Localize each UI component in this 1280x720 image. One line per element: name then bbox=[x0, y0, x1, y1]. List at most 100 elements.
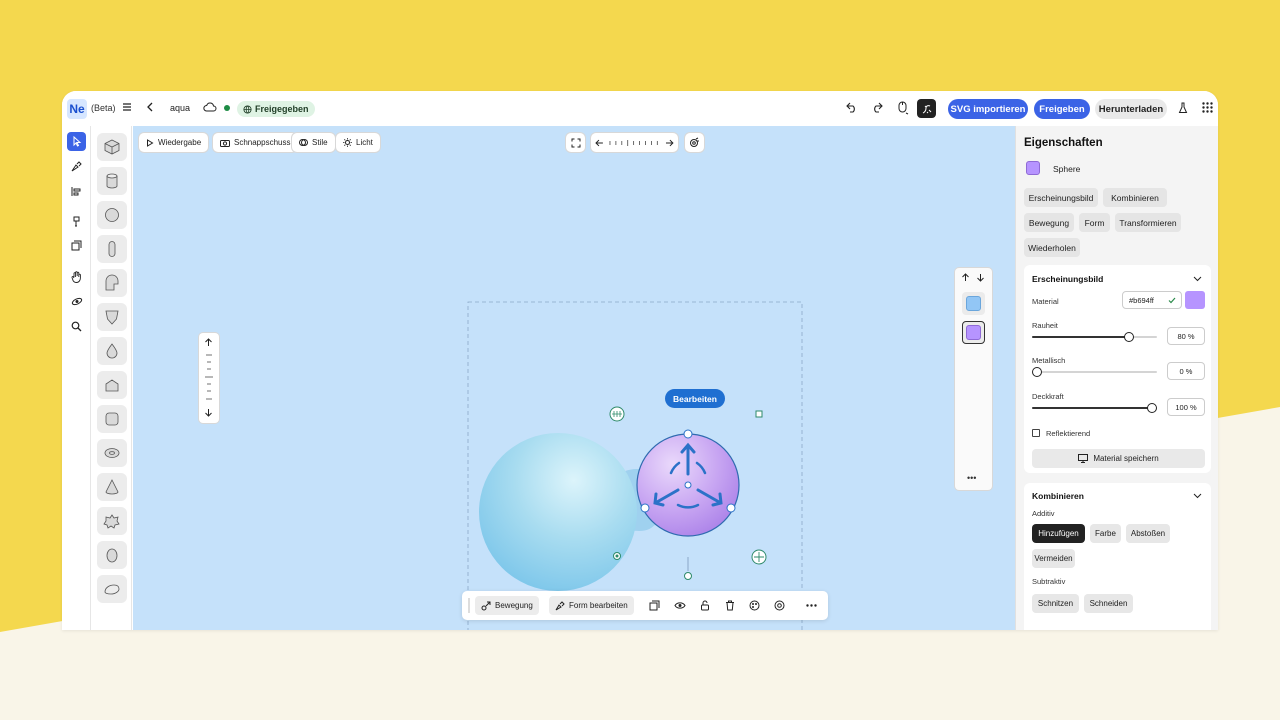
material-color-picker[interactable] bbox=[1185, 291, 1205, 309]
opacity-slider[interactable] bbox=[1032, 403, 1157, 413]
shape-cylinder[interactable] bbox=[97, 167, 127, 195]
chevron-down-icon[interactable] bbox=[1193, 276, 1202, 282]
share-status-label: Freigegeben bbox=[255, 104, 309, 114]
shape-star[interactable] bbox=[97, 507, 127, 535]
combine-color-button[interactable]: Farbe bbox=[1090, 524, 1121, 543]
combine-add-button[interactable]: Hinzufügen bbox=[1032, 524, 1085, 543]
arrow-up-icon[interactable] bbox=[961, 273, 970, 282]
share-button[interactable]: Freigeben bbox=[1034, 99, 1090, 119]
delete-icon[interactable] bbox=[722, 598, 737, 613]
shape-egg[interactable] bbox=[97, 541, 127, 569]
menu-icon[interactable] bbox=[122, 102, 132, 115]
project-name[interactable]: aqua bbox=[170, 103, 190, 113]
shape-cone[interactable] bbox=[97, 473, 127, 501]
import-svg-button[interactable]: SVG importieren bbox=[948, 99, 1028, 119]
combine-cut-button[interactable]: Schneiden bbox=[1084, 594, 1133, 613]
material-swatch-blue[interactable] bbox=[962, 292, 985, 315]
cursor-icon bbox=[73, 136, 81, 147]
sphere-blue[interactable] bbox=[479, 433, 637, 591]
shape-torus[interactable] bbox=[97, 439, 127, 467]
shape-rounded-cube[interactable] bbox=[97, 405, 127, 433]
undo-icon[interactable] bbox=[846, 102, 858, 116]
ai-assistant-icon[interactable] bbox=[917, 99, 936, 118]
save-material-button[interactable]: Material speichern bbox=[1032, 449, 1205, 468]
roughness-input[interactable]: 80 % bbox=[1167, 327, 1205, 345]
align-icon bbox=[71, 187, 81, 196]
rotate-gizmo-icon[interactable] bbox=[609, 406, 625, 422]
tab-appearance[interactable]: Erscheinungsbild bbox=[1024, 188, 1098, 207]
roughness-label: Rauheit bbox=[1032, 321, 1058, 330]
zoom-tool[interactable] bbox=[67, 317, 86, 336]
mouse-input-icon[interactable] bbox=[897, 101, 909, 118]
handle-bottom[interactable] bbox=[684, 572, 692, 580]
material-settings-icon[interactable] bbox=[772, 598, 787, 613]
edit-object-button[interactable]: Bearbeiten bbox=[665, 389, 725, 408]
apps-grid-icon[interactable] bbox=[1202, 102, 1213, 116]
shape-blob[interactable] bbox=[97, 575, 127, 603]
align-tool[interactable] bbox=[67, 182, 86, 201]
shape-sphere[interactable] bbox=[97, 201, 127, 229]
roughness-slider[interactable] bbox=[1032, 332, 1157, 342]
handle-right[interactable] bbox=[726, 503, 736, 513]
metallic-slider[interactable] bbox=[1032, 367, 1157, 377]
tab-repeat[interactable]: Wiederholen bbox=[1024, 238, 1080, 257]
gizmo-center[interactable] bbox=[684, 481, 692, 489]
metallic-input[interactable]: 0 % bbox=[1167, 362, 1205, 380]
tab-transform[interactable]: Transformieren bbox=[1115, 213, 1181, 232]
tab-combine[interactable]: Kombinieren bbox=[1103, 188, 1167, 207]
opacity-slider-knob[interactable] bbox=[1147, 403, 1157, 413]
tab-motion[interactable]: Bewegung bbox=[1024, 213, 1074, 232]
scene-3d[interactable] bbox=[133, 126, 1015, 630]
shape-arch[interactable] bbox=[97, 269, 127, 297]
shape-drop[interactable] bbox=[97, 337, 127, 365]
handle-left[interactable] bbox=[640, 503, 650, 513]
download-button[interactable]: Herunterladen bbox=[1095, 99, 1167, 119]
shape-cube[interactable] bbox=[97, 133, 127, 161]
edit-shape-button[interactable]: Form bearbeiten bbox=[549, 596, 634, 615]
handle-top[interactable] bbox=[683, 429, 693, 439]
appearance-title: Erscheinungsbild bbox=[1032, 274, 1104, 284]
image-tool[interactable] bbox=[67, 236, 86, 255]
reflective-checkbox[interactable] bbox=[1032, 429, 1040, 437]
drag-handle[interactable] bbox=[468, 598, 470, 613]
object-color-swatch[interactable] bbox=[1026, 161, 1040, 175]
shape-shield[interactable] bbox=[97, 303, 127, 331]
shape-capsule[interactable] bbox=[97, 235, 127, 263]
material-icon[interactable] bbox=[747, 598, 762, 613]
house-icon bbox=[105, 379, 119, 392]
select-tool[interactable] bbox=[67, 132, 86, 151]
more-icon[interactable]: ••• bbox=[967, 473, 976, 483]
combine-avoid-button[interactable]: Vermeiden bbox=[1032, 549, 1075, 568]
duplicate-icon[interactable] bbox=[647, 598, 662, 613]
chevron-down-icon[interactable] bbox=[1193, 493, 1202, 499]
brush-tool[interactable] bbox=[67, 212, 86, 231]
globe-icon bbox=[243, 104, 252, 114]
shape-house[interactable] bbox=[97, 371, 127, 399]
combine-section: Kombinieren Additiv Hinzufügen Farbe Abs… bbox=[1024, 483, 1211, 630]
material-hex-input[interactable]: #b694ff bbox=[1122, 291, 1182, 309]
canvas[interactable]: Wiedergabe Schnappschuss Stile Licht Bea… bbox=[133, 126, 1015, 630]
direct-select-tool[interactable] bbox=[67, 157, 86, 176]
hand-tool[interactable] bbox=[67, 267, 86, 286]
tools-sidebar bbox=[62, 126, 91, 630]
motion-button[interactable]: Bewegung bbox=[475, 596, 539, 615]
orbit-tool[interactable] bbox=[67, 292, 86, 311]
opacity-input[interactable]: 100 % bbox=[1167, 398, 1205, 416]
move-gizmo-icon[interactable] bbox=[751, 549, 767, 565]
object-name: Sphere bbox=[1053, 164, 1081, 174]
lock-icon[interactable] bbox=[697, 598, 712, 613]
visibility-icon[interactable] bbox=[672, 598, 687, 613]
material-swatch-purple[interactable] bbox=[962, 321, 985, 344]
arrow-down-icon[interactable] bbox=[976, 273, 985, 282]
save-material-label: Material speichern bbox=[1093, 454, 1159, 463]
beaker-icon[interactable] bbox=[1178, 102, 1188, 117]
back-icon[interactable] bbox=[146, 102, 154, 115]
combine-carve-button[interactable]: Schnitzen bbox=[1032, 594, 1079, 613]
handle-corner[interactable] bbox=[755, 410, 763, 418]
tab-shape[interactable]: Form bbox=[1079, 213, 1110, 232]
more-options-icon[interactable] bbox=[804, 598, 819, 613]
redo-icon[interactable] bbox=[871, 102, 883, 116]
metallic-slider-knob[interactable] bbox=[1032, 367, 1042, 377]
roughness-slider-knob[interactable] bbox=[1124, 332, 1134, 342]
combine-repel-button[interactable]: Abstoßen bbox=[1126, 524, 1170, 543]
